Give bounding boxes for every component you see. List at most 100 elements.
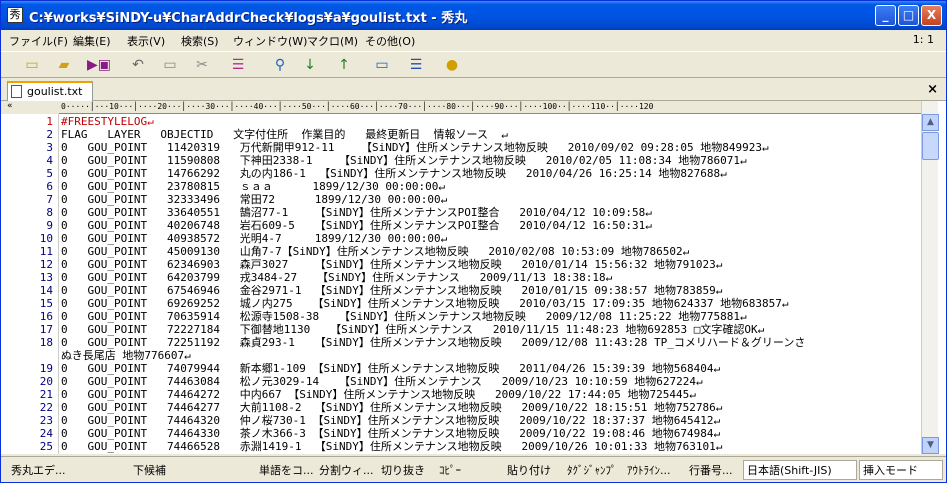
- line-number: 7: [46, 193, 53, 206]
- search-up-icon[interactable]: ↑: [335, 56, 353, 74]
- grep-icon[interactable]: ▭: [373, 56, 391, 74]
- help-icon[interactable]: ●: [443, 56, 461, 74]
- text-line[interactable]: 10 0 GOU_POINT 40938572 光明4-7 1899/12/30 …: [1, 232, 921, 245]
- line-number: 15: [39, 297, 53, 310]
- text-editor[interactable]: « 0·····│···10···│····20···│····30···│··…: [1, 101, 946, 454]
- text-line[interactable]: 14 0 GOU_POINT 67546946 金谷2971-1 【SiNDY】住…: [1, 284, 921, 297]
- line-text: ぬき長尾店 地物776607↵: [61, 349, 191, 362]
- tab-label: goulist.txt: [27, 85, 83, 98]
- text-line[interactable]: 17 0 GOU_POINT 72227184 下御替地1130 【SiNDY】住…: [1, 323, 921, 336]
- status-encoding[interactable]: 日本語(Shift-JIS): [747, 462, 832, 478]
- text-line[interactable]: 16 0 GOU_POINT 70635914 松源寺1508-38 【SiNDY…: [1, 310, 921, 323]
- text-line[interactable]: 20 0 GOU_POINT 74463084 松ノ元3029-14 【SiNDY…: [1, 375, 921, 388]
- undo-icon[interactable]: ↶: [129, 56, 147, 74]
- paste-icon[interactable]: ☰: [229, 56, 247, 74]
- tab-bar: goulist.txt ×: [1, 80, 946, 101]
- line-text: 0 GOU_POINT 64203799 戎3484-27 【SiNDY】住所メ…: [61, 271, 613, 284]
- status-paste[interactable]: 貼り付け: [507, 462, 551, 478]
- line-text: 0 GOU_POINT 67546946 金谷2971-1 【SiNDY】住所メ…: [61, 284, 723, 297]
- main-window: 秀 C:¥works¥SiNDY-u¥CharAddrCheck¥logs¥a¥…: [0, 0, 947, 483]
- scroll-thumb[interactable]: [922, 132, 939, 160]
- line-number: 1: [46, 115, 53, 128]
- search-down-icon[interactable]: ↓: [301, 56, 319, 74]
- status-tag-jump[interactable]: ﾀｸﾞｼﾞｬﾝﾌﾟ: [567, 462, 617, 478]
- line-number: 24: [39, 427, 53, 440]
- status-copy[interactable]: ｺﾋﾟｰ: [439, 462, 461, 478]
- title-bar[interactable]: 秀 C:¥works¥SiNDY-u¥CharAddrCheck¥logs¥a¥…: [1, 1, 946, 30]
- copy-icon[interactable]: ▭: [161, 56, 179, 74]
- line-text: 0 GOU_POINT 11590808 下神田2338-1 【SiNDY】住所…: [61, 154, 747, 167]
- text-line[interactable]: 7 0 GOU_POINT 32333496 常田72 1899/12/30 00…: [1, 193, 921, 206]
- tab-close-icon[interactable]: ×: [927, 82, 938, 97]
- save-icon[interactable]: ▶▣: [87, 56, 111, 74]
- status-line-number[interactable]: 行番号...: [689, 462, 733, 478]
- text-line[interactable]: 24 0 GOU_POINT 74464330 茶ノ木366-3 【SiNDY】住…: [1, 427, 921, 440]
- status-split-window[interactable]: 分割ウィ...: [319, 462, 374, 478]
- line-number: 9: [46, 219, 53, 232]
- column-ruler: 0·····│···10···│····20···│····30···│····…: [59, 101, 921, 114]
- status-candidate[interactable]: 下候補: [133, 462, 166, 478]
- text-line[interactable]: 8 0 GOU_POINT 33640551 鵠沼77-1 【SiNDY】住所メン…: [1, 206, 921, 219]
- text-line[interactable]: 9 0 GOU_POINT 40206748 岩石609-5 【SiNDY】住所メ…: [1, 219, 921, 232]
- maximize-button[interactable]: □: [898, 5, 919, 26]
- minimize-button[interactable]: _: [875, 5, 896, 26]
- text-line[interactable]: 6 0 GOU_POINT 23780815 ｓａａ 1899/12/30 00:…: [1, 180, 921, 193]
- cut-icon[interactable]: ✂: [193, 56, 211, 74]
- zoom-indicator: 1: 1: [912, 33, 934, 46]
- text-line[interactable]: 4 0 GOU_POINT 11590808 下神田2338-1 【SiNDY】住…: [1, 154, 921, 167]
- menu-window[interactable]: ウィンドウ(W): [233, 33, 307, 49]
- text-line[interactable]: 18 0 GOU_POINT 72251192 森貞293-1 【SiNDY】住所…: [1, 336, 921, 349]
- line-number: 3: [46, 141, 53, 154]
- menu-macro[interactable]: マクロ(M): [307, 33, 358, 49]
- tab-goulist[interactable]: goulist.txt: [7, 81, 93, 101]
- menu-edit[interactable]: 編集(E): [73, 33, 111, 49]
- menu-other[interactable]: その他(O): [365, 33, 415, 49]
- line-text: 0 GOU_POINT 72227184 下御替地1130 【SiNDY】住所メ…: [61, 323, 765, 336]
- text-line[interactable]: 13 0 GOU_POINT 64203799 戎3484-27 【SiNDY】住…: [1, 271, 921, 284]
- line-text: #FREESTYLELOG↵: [61, 115, 154, 128]
- text-line[interactable]: 1 #FREESTYLELOG↵: [1, 115, 921, 128]
- text-line[interactable]: 23 0 GOU_POINT 74464320 仲ノ桜730-1 【SiNDY】住…: [1, 414, 921, 427]
- window-title: C:¥works¥SiNDY-u¥CharAddrCheck¥logs¥a¥go…: [29, 11, 468, 26]
- line-number: 14: [39, 284, 53, 297]
- status-word-copy[interactable]: 単語をコ...: [259, 462, 314, 478]
- text-line[interactable]: 19 0 GOU_POINT 74079944 新本郷1-109 【SiNDY】住…: [1, 362, 921, 375]
- new-icon[interactable]: ▭: [23, 56, 41, 74]
- line-number: 21: [39, 388, 53, 401]
- line-number: 10: [39, 232, 53, 245]
- text-line[interactable]: 12 0 GOU_POINT 62346903 森戸3027 【SiNDY】住所メ…: [1, 258, 921, 271]
- line-text: 0 GOU_POINT 62346903 森戸3027 【SiNDY】住所メンテ…: [61, 258, 723, 271]
- scroll-down-button[interactable]: ▼: [922, 437, 939, 454]
- line-number: 8: [46, 206, 53, 219]
- menu-view[interactable]: 表示(V): [127, 33, 165, 49]
- text-line[interactable]: 3 0 GOU_POINT 11420319 万代新開甲912-11 【SiNDY…: [1, 141, 921, 154]
- line-text: 0 GOU_POINT 45009130 山角7-7【SiNDY】住所メンテナン…: [61, 245, 690, 258]
- text-line[interactable]: 25 0 GOU_POINT 74466528 赤淵1419-1 【SiNDY】住…: [1, 440, 921, 453]
- line-text: 0 GOU_POINT 69269252 城ノ内275 【SiNDY】住所メンテ…: [61, 297, 789, 310]
- status-cut[interactable]: 切り抜き: [381, 462, 425, 478]
- line-number: 23: [39, 414, 53, 427]
- text-line[interactable]: 11 0 GOU_POINT 45009130 山角7-7【SiNDY】住所メンテ…: [1, 245, 921, 258]
- gutter-collapse-icon[interactable]: «: [1, 101, 59, 114]
- status-app[interactable]: 秀丸エデ...: [11, 462, 66, 478]
- line-number: 17: [39, 323, 53, 336]
- hidemaru-app-icon[interactable]: 秀: [7, 7, 23, 23]
- text-line[interactable]: 2 FLAG LAYER OBJECTID 文字付住所 作業目的 最終更新日 情報…: [1, 128, 921, 141]
- line-text: 0 GOU_POINT 74466528 赤淵1419-1 【SiNDY】住所メ…: [61, 440, 723, 453]
- menu-search[interactable]: 検索(S): [181, 33, 219, 49]
- text-line[interactable]: 21 0 GOU_POINT 74464272 中内667 【SiNDY】住所メン…: [1, 388, 921, 401]
- text-line[interactable]: 5 0 GOU_POINT 14766292 丸の内186-1 【SiNDY】住所…: [1, 167, 921, 180]
- line-text: 0 GOU_POINT 33640551 鵠沼77-1 【SiNDY】住所メンテ…: [61, 206, 652, 219]
- search-icon[interactable]: ⚲: [271, 56, 289, 74]
- scroll-up-button[interactable]: ▲: [922, 114, 939, 131]
- split-icon[interactable]: ☰: [407, 56, 425, 74]
- text-line[interactable]: 15 0 GOU_POINT 69269252 城ノ内275 【SiNDY】住所メ…: [1, 297, 921, 310]
- menu-file[interactable]: ファイル(F): [9, 33, 68, 49]
- close-button[interactable]: X: [921, 5, 942, 26]
- status-outline[interactable]: ｱｳﾄﾗｲﾝ...: [627, 462, 671, 478]
- text-line[interactable]: ぬき長尾店 地物776607↵: [1, 349, 921, 362]
- text-line[interactable]: 22 0 GOU_POINT 74464277 大前1108-2 【SiNDY】住…: [1, 401, 921, 414]
- open-icon[interactable]: ▰: [55, 56, 73, 74]
- status-insert-mode[interactable]: 挿入モード: [863, 462, 918, 478]
- vertical-scrollbar[interactable]: ▲ ▼: [921, 101, 939, 454]
